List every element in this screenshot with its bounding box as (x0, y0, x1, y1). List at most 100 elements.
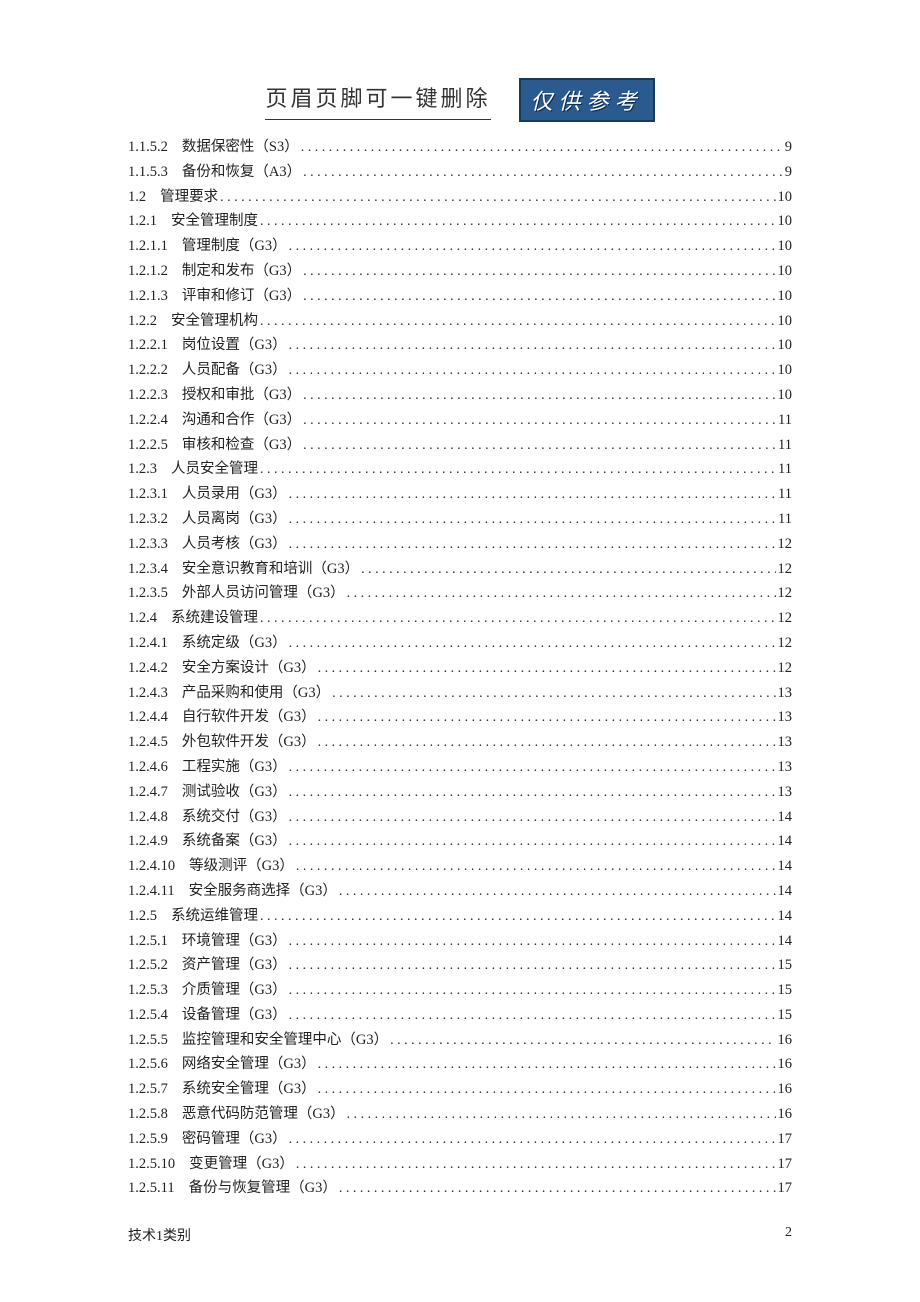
toc-number: 1.2.2.3 (128, 388, 168, 403)
toc-title: 系统建设管理 (171, 611, 258, 626)
toc-leader-dots: ........................................… (289, 488, 776, 502)
toc-leader-dots: ........................................… (390, 1034, 775, 1048)
toc-leader-dots: ........................................… (289, 364, 776, 378)
toc-page-number: 11 (778, 487, 792, 502)
toc-page-number: 15 (778, 1008, 793, 1023)
toc-number: 1.2.5.8 (128, 1107, 168, 1122)
toc-leader-dots: ........................................… (289, 959, 776, 973)
toc-entry: 1.2.5.5监控管理和安全管理中心（G3）..................… (128, 1033, 792, 1048)
toc-title: 管理制度（G3） (182, 239, 287, 254)
toc-entry: 1.2.5.6网络安全管理（G3）.......................… (128, 1057, 792, 1072)
toc-page-number: 13 (778, 785, 793, 800)
toc-page-number: 9 (785, 140, 792, 155)
reference-badge: 仅供参考 (519, 78, 655, 122)
toc-leader-dots: ........................................… (260, 910, 776, 924)
toc-page-number: 13 (778, 735, 793, 750)
toc-leader-dots: ........................................… (318, 662, 776, 676)
toc-entry: 1.2.5.3介质管理（G3）.........................… (128, 983, 792, 998)
toc-page-number: 13 (778, 760, 793, 775)
toc-title: 人员配备（G3） (182, 363, 287, 378)
toc-title: 制定和发布（G3） (182, 264, 301, 279)
toc-number: 1.2.4.6 (128, 760, 168, 775)
footer-left-text: 技术1类别 (128, 1225, 191, 1245)
toc-page-number: 14 (778, 884, 793, 899)
toc-leader-dots: ........................................… (260, 612, 776, 626)
toc-entry: 1.1.5.2数据保密性（S3）........................… (128, 140, 792, 155)
toc-number: 1.2.4.5 (128, 735, 168, 750)
toc-leader-dots: ........................................… (289, 935, 776, 949)
toc-entry: 1.2.2.5审核和检查（G3）........................… (128, 438, 792, 453)
toc-page-number: 14 (778, 859, 793, 874)
toc-page-number: 14 (778, 834, 793, 849)
toc-leader-dots: ........................................… (289, 984, 776, 998)
toc-number: 1.2.4.9 (128, 834, 168, 849)
toc-title: 安全管理制度 (171, 214, 258, 229)
toc-title: 安全意识教育和培训（G3） (182, 562, 359, 577)
toc-leader-dots: ........................................… (318, 711, 776, 725)
toc-leader-dots: ........................................… (289, 835, 776, 849)
toc-leader-dots: ........................................… (289, 513, 776, 527)
toc-number: 1.2.2.4 (128, 413, 168, 428)
toc-page-number: 10 (778, 239, 793, 254)
toc-page-number: 11 (778, 413, 792, 428)
toc-leader-dots: ........................................… (289, 1133, 776, 1147)
toc-leader-dots: ........................................… (339, 885, 776, 899)
toc-entry: 1.2.3.2 人员离岗（G3）.........................… (128, 512, 792, 527)
toc-title: 人员考核（G3） (182, 537, 287, 552)
toc-entry: 1.1.5.3备份和恢复（A3）........................… (128, 165, 792, 180)
toc-page-number: 16 (778, 1082, 793, 1097)
toc-entry: 1.2.2.1岗位设置（G3）.........................… (128, 338, 792, 353)
toc-number: 1.2.4.4 (128, 710, 168, 725)
toc-number: 1.2.3.2 (128, 512, 168, 527)
toc-title: 系统交付（G3） (182, 810, 287, 825)
toc-number: 1.2.5 (128, 909, 157, 924)
toc-page-number: 10 (778, 264, 793, 279)
toc-leader-dots: ........................................… (296, 860, 776, 874)
toc-title: 恶意代码防范管理（G3） (182, 1107, 345, 1122)
toc-page-number: 12 (778, 537, 793, 552)
page-header: 页眉页脚可一键删除 仅供参考 (128, 78, 792, 122)
toc-title: 评审和修订（G3） (182, 289, 301, 304)
toc-entry: 1.2.1.1管理制度（G3）.........................… (128, 239, 792, 254)
toc-number: 1.2.4.3 (128, 686, 168, 701)
toc-page-number: 12 (778, 661, 793, 676)
toc-number: 1.2.5.4 (128, 1008, 168, 1023)
toc-leader-dots: ........................................… (260, 215, 776, 229)
toc-number: 1.2.2.1 (128, 338, 168, 353)
toc-title: 系统安全管理（G3） (182, 1082, 316, 1097)
toc-page-number: 12 (778, 636, 793, 651)
toc-title: 人员安全管理 (171, 462, 258, 477)
toc-title: 备份与恢复管理（G3） (189, 1181, 337, 1196)
toc-title: 人员离岗（G3） (182, 512, 287, 527)
toc-page-number: 10 (778, 388, 793, 403)
toc-number: 1.2.4.7 (128, 785, 168, 800)
toc-title: 监控管理和安全管理中心（G3） (182, 1033, 388, 1048)
toc-title: 数据保密性（S3） (182, 140, 299, 155)
header-title: 页眉页脚可一键删除 (265, 81, 490, 120)
toc-leader-dots: ........................................… (260, 315, 776, 329)
toc-page-number: 13 (778, 686, 793, 701)
toc-number: 1.2.3.4 (128, 562, 168, 577)
toc-entry: 1.2.4.1系统定级（G3）.........................… (128, 636, 792, 651)
toc-number: 1.1.5.3 (128, 165, 168, 180)
toc-entry: 1.2.4.7测试验收（G3）.........................… (128, 785, 792, 800)
toc-entry: 1.2.2.2人员配备（G3）.........................… (128, 363, 792, 378)
toc-number: 1.2.5.6 (128, 1057, 168, 1072)
toc-number: 1.2.5.7 (128, 1082, 168, 1097)
toc-page-number: 11 (778, 512, 792, 527)
toc-title: 变更管理（G3） (189, 1157, 294, 1172)
toc-page-number: 10 (778, 363, 793, 378)
toc-number: 1.2.1.2 (128, 264, 168, 279)
toc-page-number: 11 (778, 438, 792, 453)
table-of-contents: 1.1.5.2数据保密性（S3）........................… (128, 140, 792, 1196)
toc-leader-dots: ........................................… (303, 166, 783, 180)
toc-entry: 1.2.2安全管理机构.............................… (128, 314, 792, 329)
toc-leader-dots: ........................................… (296, 1158, 776, 1172)
toc-entry: 1.2.4.11安全服务商选择（G3）.....................… (128, 884, 792, 899)
toc-title: 管理要求 (160, 190, 218, 205)
toc-leader-dots: ........................................… (303, 265, 775, 279)
toc-number: 1.2.3 (128, 462, 157, 477)
toc-page-number: 12 (778, 611, 793, 626)
toc-entry: 1.2.4.3产品采购和使用（G3）......................… (128, 686, 792, 701)
toc-entry: 1.2.3人员安全管理.............................… (128, 462, 792, 477)
